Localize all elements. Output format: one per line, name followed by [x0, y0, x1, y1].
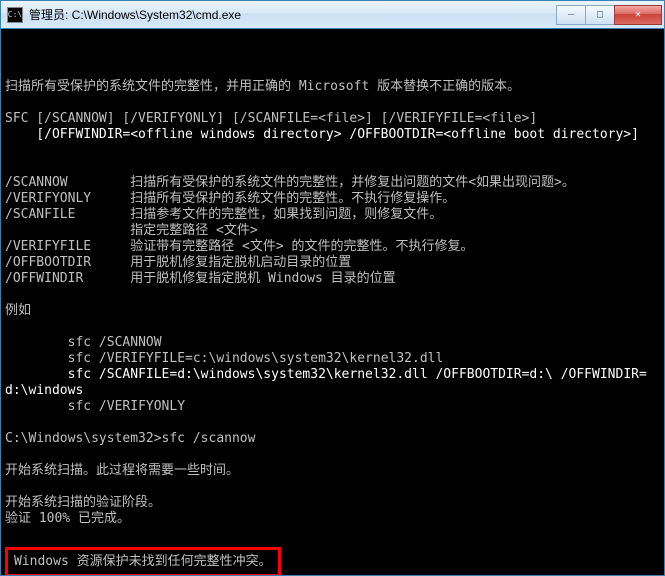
console-line: /OFFBOOTDIR 用于脱机修复指定脱机启动目录的位置 — [5, 255, 660, 271]
console-line: sfc /VERIFYFILE=c:\windows\system32\kern… — [5, 351, 660, 367]
console-line: 开始系统扫描的验证阶段。 — [5, 495, 660, 511]
console-line: sfc /SCANNOW — [5, 335, 660, 351]
close-button[interactable]: ✕ — [614, 5, 662, 25]
console-line: [/OFFWINDIR=<offline windows directory> … — [5, 127, 660, 143]
console-line: sfc /SCANFILE=d:\windows\system32\kernel… — [5, 367, 660, 399]
console-output[interactable]: 扫描所有受保护的系统文件的完整性，并用正确的 Microsoft 版本替换不正确… — [1, 29, 664, 575]
console-line — [5, 479, 660, 495]
console-line — [5, 415, 660, 431]
console-line: 例如 — [5, 303, 660, 319]
console-line: SFC [/SCANNOW] [/VERIFYONLY] [/SCANFILE=… — [5, 111, 660, 127]
console-line: C:\Windows\system32>sfc /scannow — [5, 431, 660, 447]
console-line: 验证 100% 已完成。 — [5, 511, 660, 527]
console-line — [5, 447, 660, 463]
console-line: /VERIFYONLY 扫描所有受保护的系统文件的完整性。不执行修复操作。 — [5, 191, 660, 207]
console-line: /SCANNOW 扫描所有受保护的系统文件的完整性，并修复出问题的文件<如果出现… — [5, 175, 660, 191]
window-controls: — □ ✕ — [557, 5, 662, 25]
console-line: sfc /VERIFYONLY — [5, 399, 660, 415]
console-line: 扫描所有受保护的系统文件的完整性，并用正确的 Microsoft 版本替换不正确… — [5, 79, 660, 95]
console-line: /OFFWINDIR 用于脱机修复指定脱机 Windows 目录的位置 — [5, 271, 660, 287]
cmd-window: C:\ 管理员: C:\Windows\System32\cmd.exe — □… — [0, 0, 665, 576]
minimize-button[interactable]: — — [556, 5, 586, 25]
console-line: 指定完整路径 <文件> — [5, 223, 660, 239]
console-line — [5, 319, 660, 335]
titlebar[interactable]: C:\ 管理员: C:\Windows\System32\cmd.exe — □… — [1, 1, 664, 29]
console-line — [5, 95, 660, 111]
console-line — [5, 159, 660, 175]
console-line: /VERIFYFILE 验证带有完整路径 <文件> 的文件的完整性。不执行修复。 — [5, 239, 660, 255]
cmd-icon: C:\ — [7, 7, 23, 23]
console-line — [5, 527, 660, 543]
console-line: 开始系统扫描。此过程将需要一些时间。 — [5, 463, 660, 479]
console-line: /SCANFILE 扫描参考文件的完整性，如果找到问题，则修复文件。 — [5, 207, 660, 223]
console-line — [5, 143, 660, 159]
window-title: 管理员: C:\Windows\System32\cmd.exe — [29, 6, 557, 23]
maximize-button[interactable]: □ — [585, 5, 615, 25]
highlight-line: Windows 资源保护未找到任何完整性冲突。 — [5, 543, 660, 575]
console-line — [5, 287, 660, 303]
integrity-result-highlight: Windows 资源保护未找到任何完整性冲突。 — [5, 547, 281, 575]
